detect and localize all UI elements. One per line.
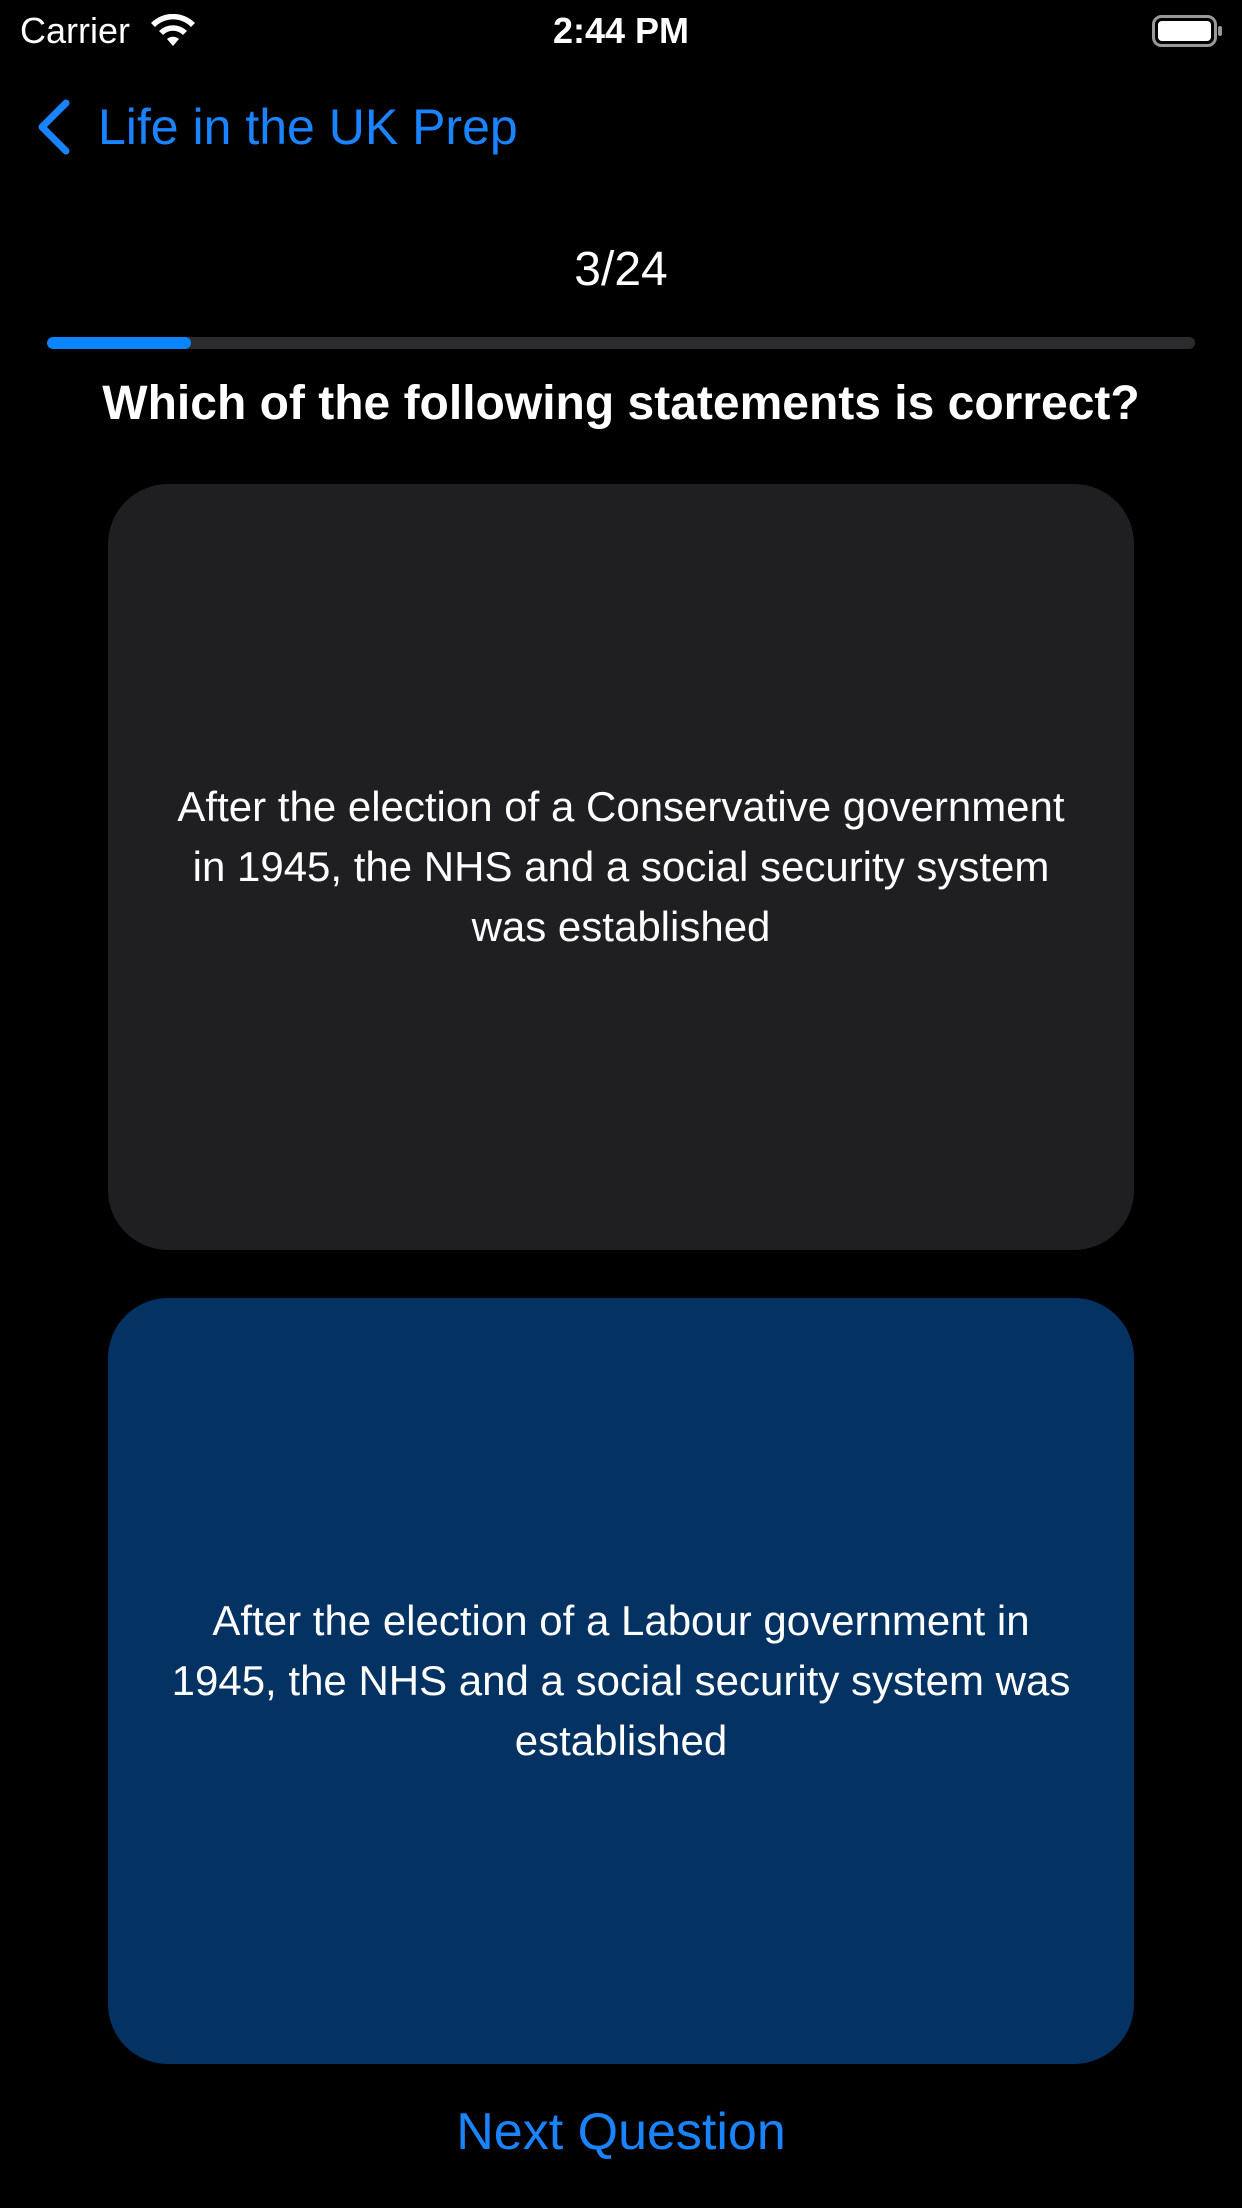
progress-bar	[47, 337, 1195, 349]
answer-option-1-text: After the election of a Conservative gov…	[177, 783, 1065, 950]
question-counter: 3/24	[574, 243, 668, 296]
back-button-label: Life in the UK Prep	[98, 99, 518, 155]
chevron-left-icon	[38, 99, 70, 155]
progress-bar-fill	[47, 337, 191, 349]
next-question-button[interactable]: Next Question	[0, 2100, 1242, 2164]
status-time: 2:44 PM	[552, 10, 690, 51]
question-text: Which of the following statements is cor…	[102, 377, 1140, 430]
answer-option-2-text: After the election of a Labour governmen…	[171, 1597, 1071, 1764]
answer-option-2[interactable]: After the election of a Labour governmen…	[108, 1298, 1134, 2064]
battery-full-icon	[1152, 15, 1222, 47]
back-button[interactable]: Life in the UK Prep	[34, 92, 518, 162]
answer-option-1[interactable]: After the election of a Conservative gov…	[108, 484, 1134, 1250]
status-bar: Carrier 2:44 PM	[0, 0, 1242, 62]
